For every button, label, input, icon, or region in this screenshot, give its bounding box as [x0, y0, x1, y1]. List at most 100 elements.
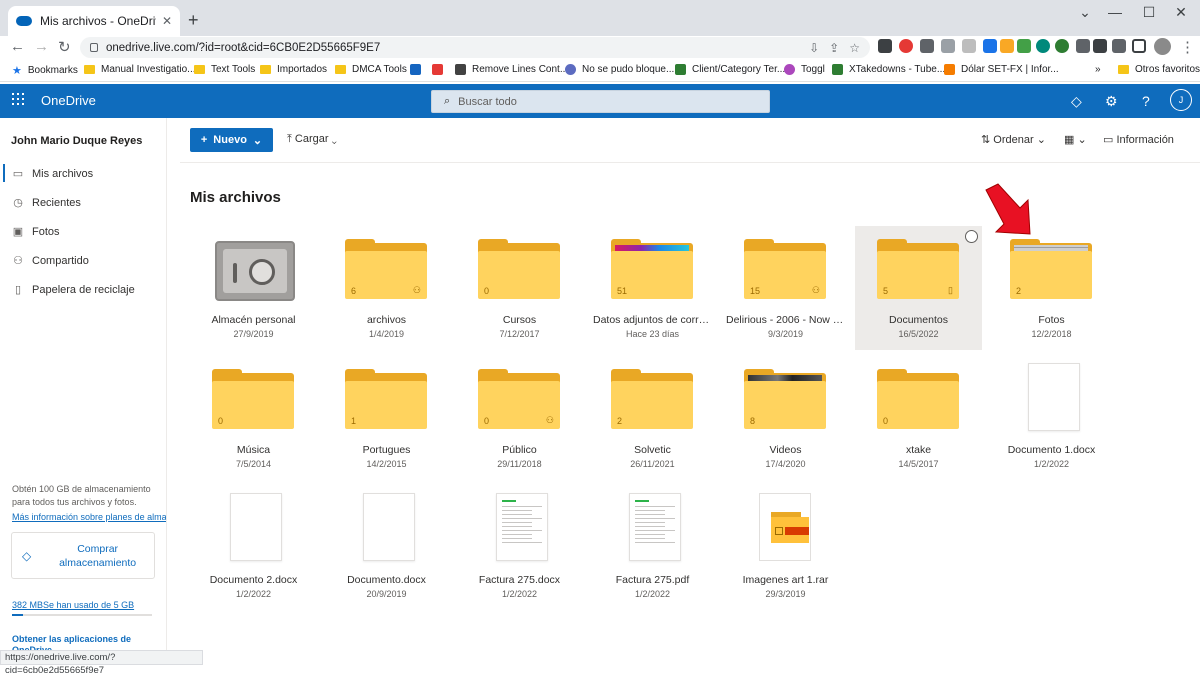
- file-name[interactable]: Documento 1.docx: [988, 444, 1115, 456]
- file-tile[interactable]: Documento.docx 20/9/2019: [323, 486, 450, 610]
- file-tile[interactable]: 6 ⚇ archivos 1/4/2019: [323, 226, 450, 350]
- upload-button[interactable]: ⤒ Cargar ⌄: [287, 133, 337, 146]
- close-tab-icon[interactable]: ✕: [162, 14, 172, 28]
- extension-icon[interactable]: [1093, 39, 1107, 53]
- forward-icon[interactable]: →: [34, 38, 49, 55]
- bookmark-item[interactable]: Dólar SET-FX | Infor...: [944, 64, 1059, 75]
- info-button[interactable]: ▭ Información: [1103, 133, 1174, 146]
- account-avatar[interactable]: J: [1170, 89, 1192, 111]
- new-tab-button[interactable]: +: [188, 10, 199, 31]
- minimize-button[interactable]: —: [1100, 4, 1130, 20]
- maximize-button[interactable]: ☐: [1134, 4, 1164, 21]
- file-tile[interactable]: 0 Música 7/5/2014: [190, 356, 317, 480]
- url-text[interactable]: onedrive.live.com/?id=root&cid=6CB0E2D55…: [106, 42, 799, 54]
- file-name[interactable]: Datos adjuntos de correo electrónico: [589, 314, 716, 326]
- bookmark-item[interactable]: Manual Investigatio...: [84, 64, 196, 75]
- puzzle-icon[interactable]: [1112, 39, 1126, 53]
- file-name[interactable]: Almacén personal: [190, 314, 317, 326]
- file-name[interactable]: Documentos: [855, 314, 982, 326]
- file-name[interactable]: Documento 2.docx: [190, 574, 317, 586]
- search-input[interactable]: ⌕ Buscar todo: [431, 90, 770, 113]
- file-tile[interactable]: 0 Cursos 7/12/2017: [456, 226, 583, 350]
- storage-plans-link[interactable]: Más información sobre planes de almacena…: [12, 512, 166, 522]
- buy-storage-button[interactable]: ◇ Comprar almacenamiento: [11, 532, 155, 579]
- sidebar-item-recientes[interactable]: ◷ Recientes: [12, 196, 81, 210]
- sidebar-item-compartido[interactable]: ⚇ Compartido: [12, 254, 89, 268]
- extension-icon[interactable]: [941, 39, 955, 53]
- adblock-icon[interactable]: [899, 39, 913, 53]
- bookmark-item[interactable]: [410, 64, 427, 75]
- share-icon[interactable]: ⇪: [829, 41, 839, 55]
- menu-kebab-icon[interactable]: ⋮: [1180, 38, 1195, 56]
- file-name[interactable]: Fotos: [988, 314, 1115, 326]
- file-tile[interactable]: 0 ⚇ Público 29/11/2018: [456, 356, 583, 480]
- bookmark-item[interactable]: XTakedowns - Tube...: [832, 64, 945, 75]
- bookmark-item[interactable]: Client/Category Ter...: [675, 64, 785, 75]
- file-tile[interactable]: Almacén personal 27/9/2019: [190, 226, 317, 350]
- bookmark-star-icon[interactable]: ☆: [849, 41, 860, 55]
- file-tile[interactable]: Factura 275.pdf 1/2/2022: [589, 486, 716, 610]
- reload-icon[interactable]: ↻: [58, 38, 71, 56]
- browser-tab[interactable]: Mis archivos - OneDrive ✕: [8, 6, 180, 36]
- select-checkbox[interactable]: [965, 230, 978, 243]
- settings-gear-icon[interactable]: ⚙: [1105, 93, 1118, 110]
- bookmark-item[interactable]: Importados: [260, 64, 327, 75]
- file-name[interactable]: Solvetic: [589, 444, 716, 456]
- extension-icon[interactable]: [1036, 39, 1050, 53]
- premium-diamond-icon[interactable]: ◇: [1071, 93, 1082, 110]
- file-tile[interactable]: Documento 2.docx 1/2/2022: [190, 486, 317, 610]
- extension-icon[interactable]: [983, 39, 997, 53]
- extension-icon[interactable]: [1076, 39, 1090, 53]
- extension-icon[interactable]: [1000, 39, 1014, 53]
- bookmark-item[interactable]: Text Tools: [194, 64, 255, 75]
- storage-usage-link[interactable]: 382 MBSe han usado de 5 GB: [12, 600, 134, 610]
- chevron-down-icon[interactable]: ⌄: [1070, 4, 1100, 21]
- file-tile[interactable]: 5 ▯ Documentos 16/5/2022: [855, 226, 982, 350]
- app-launcher-icon[interactable]: [12, 93, 24, 105]
- get-apps-link[interactable]: Obtener las aplicaciones de OneDrive: [12, 634, 132, 650]
- extension-icon[interactable]: [878, 39, 892, 53]
- extension-icon[interactable]: [1055, 39, 1069, 53]
- file-name[interactable]: Videos: [722, 444, 849, 456]
- bookmark-item[interactable]: No se pudo bloque...: [565, 64, 674, 75]
- file-tile[interactable]: Imagenes art 1.rar 29/3/2019: [722, 486, 849, 610]
- more-bookmarks-button[interactable]: »: [1095, 64, 1101, 75]
- file-tile[interactable]: 0 xtake 14/5/2017: [855, 356, 982, 480]
- file-name[interactable]: Documento.docx: [323, 574, 450, 586]
- profile-avatar[interactable]: [1154, 38, 1171, 55]
- file-name[interactable]: Cursos: [456, 314, 583, 326]
- file-tile[interactable]: 2 Solvetic 26/11/2021: [589, 356, 716, 480]
- file-tile[interactable]: 15 ⚇ Delirious - 2006 - Now I'm Free 9/3/20…: [722, 226, 849, 350]
- file-tile[interactable]: 8 Videos 17/4/2020: [722, 356, 849, 480]
- bookmark-item[interactable]: ★ Bookmarks: [12, 64, 78, 77]
- file-name[interactable]: Público: [456, 444, 583, 456]
- sidebar-item-mis-archivos[interactable]: ▭ Mis archivos: [12, 167, 93, 181]
- back-icon[interactable]: ←: [10, 38, 25, 55]
- view-switcher-button[interactable]: ▦ ⌄: [1064, 133, 1087, 146]
- extension-icon[interactable]: [1017, 39, 1031, 53]
- file-tile[interactable]: Documento 1.docx 1/2/2022: [988, 356, 1115, 480]
- sidebar-item-fotos[interactable]: ▣ Fotos: [12, 225, 60, 239]
- address-bar[interactable]: onedrive.live.com/?id=root&cid=6CB0E2D55…: [80, 37, 870, 58]
- help-icon[interactable]: ?: [1142, 93, 1150, 109]
- bookmark-item[interactable]: Remove Lines Cont...: [455, 64, 568, 75]
- file-name[interactable]: Portugues: [323, 444, 450, 456]
- bookmark-item[interactable]: DMCA Tools: [335, 64, 407, 75]
- file-tile[interactable]: 2 Fotos 12/2/2018: [988, 226, 1115, 350]
- file-tile[interactable]: 51 Datos adjuntos de correo electrónico Ha…: [589, 226, 716, 350]
- sidebar-item-papelera[interactable]: ▯ Papelera de reciclaje: [12, 283, 135, 297]
- file-name[interactable]: Música: [190, 444, 317, 456]
- file-name[interactable]: archivos: [323, 314, 450, 326]
- sort-button[interactable]: ⇅ Ordenar ⌄: [981, 133, 1046, 146]
- file-name[interactable]: xtake: [855, 444, 982, 456]
- extension-icon[interactable]: [920, 39, 934, 53]
- file-tile[interactable]: Factura 275.docx 1/2/2022: [456, 486, 583, 610]
- new-button[interactable]: + Nuevo ⌄: [190, 128, 273, 152]
- file-name[interactable]: Delirious - 2006 - Now I'm Free: [722, 314, 849, 326]
- file-name[interactable]: Imagenes art 1.rar: [722, 574, 849, 586]
- file-name[interactable]: Factura 275.docx: [456, 574, 583, 586]
- bookmark-item[interactable]: [432, 64, 449, 75]
- sidepanel-icon[interactable]: [1132, 39, 1146, 53]
- close-window-button[interactable]: ✕: [1166, 4, 1196, 21]
- bookmark-item[interactable]: Toggl: [784, 64, 825, 75]
